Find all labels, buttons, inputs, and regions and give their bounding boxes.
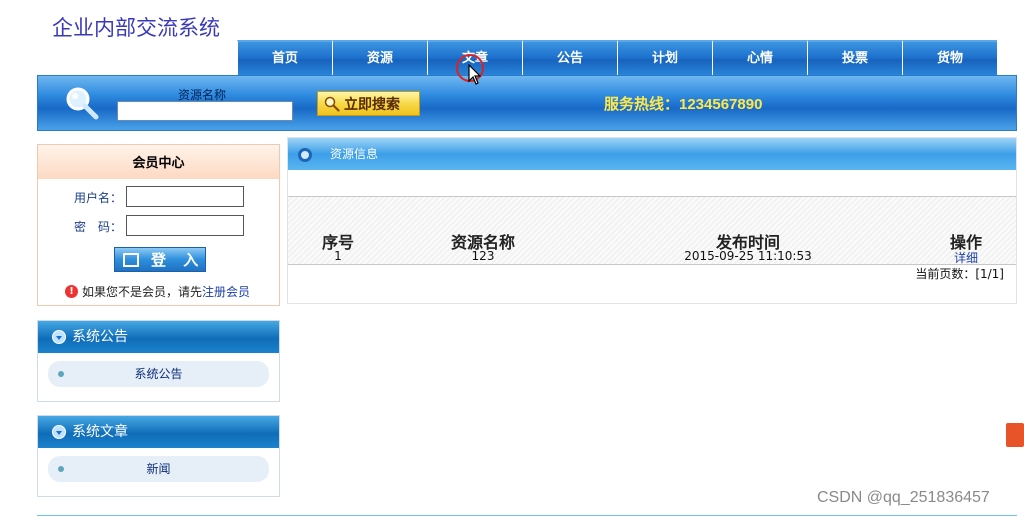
mouse-cursor-icon (468, 64, 482, 85)
password-label: 密 码： (73, 220, 122, 234)
member-center: 会员中心 用户名： 密 码： 登 入 ! 如果您不是会员，请先 注册会员 (37, 144, 280, 306)
circle-icon (298, 148, 312, 162)
search-button[interactable]: 立即搜索 (317, 91, 420, 116)
member-center-title: 会员中心 (38, 145, 279, 179)
nav-item-goods[interactable]: 货物 (902, 40, 997, 76)
monitor-icon (123, 252, 139, 267)
nav-item-home[interactable]: 首页 (237, 40, 332, 76)
register-link[interactable]: 注册会员 (202, 283, 250, 300)
notice-box-title: 系统公告 (72, 329, 128, 345)
footer-divider (37, 515, 1017, 516)
resource-panel-title: 资源信息 (330, 147, 379, 161)
download-icon (52, 330, 66, 344)
search-bar: 资源名称 立即搜索 服务热线：1234567890 (37, 75, 1017, 131)
resource-panel-header: 资源信息 (288, 138, 1016, 170)
login-button-label: 登 入 (151, 251, 205, 269)
username-label: 用户名： (73, 191, 122, 205)
nav-item-mood[interactable]: 心情 (712, 40, 807, 76)
bullet-icon (58, 466, 64, 472)
password-row: 密 码： (38, 215, 279, 237)
magnifier-icon (66, 87, 99, 120)
nav-item-notices[interactable]: 公告 (522, 40, 617, 76)
list-item[interactable]: 系统公告 (48, 361, 269, 387)
register-prefix: 如果您不是会员，请先 (82, 285, 203, 299)
register-hint: ! 如果您不是会员，请先 注册会员 (65, 283, 250, 300)
warning-icon: ! (65, 285, 78, 298)
notice-box-header: 系统公告 (38, 321, 279, 353)
article-box-title: 系统文章 (72, 424, 128, 440)
cell-name: 123 (471, 249, 495, 263)
username-field[interactable] (126, 186, 244, 207)
nav-item-resources[interactable]: 资源 (332, 40, 427, 76)
main-nav: 首页 资源 文章 公告 计划 心情 投票 货物 (237, 40, 997, 76)
search-button-label: 立即搜索 (344, 96, 400, 113)
search-input[interactable] (117, 101, 293, 121)
notice-box: 系统公告 系统公告 (37, 320, 280, 402)
html5-icon (1006, 423, 1024, 447)
nav-item-vote[interactable]: 投票 (807, 40, 902, 76)
site-title: 企业内部交流系统 (52, 16, 220, 40)
list-item[interactable]: 新闻 (48, 456, 269, 482)
article-box-header: 系统文章 (38, 416, 279, 448)
login-button[interactable]: 登 入 (114, 247, 206, 272)
article-box: 系统文章 新闻 (37, 415, 280, 497)
bullet-icon (58, 371, 64, 377)
page-info: 当前页数：[1/1] (915, 267, 1004, 281)
resource-table: 序号 资源名称 发布时间 操作 1 123 2015-09-25 11:10:5… (288, 196, 1016, 265)
list-item-label: 系统公告 (134, 367, 183, 381)
nav-item-plans[interactable]: 计划 (617, 40, 712, 76)
cell-index: 1 (334, 249, 342, 263)
service-hotline: 服务热线：1234567890 (604, 96, 763, 113)
password-field[interactable] (126, 215, 244, 236)
cell-time: 2015-09-25 11:10:53 (684, 249, 812, 263)
username-row: 用户名： (38, 186, 279, 208)
watermark: CSDN @qq_251836457 (817, 489, 990, 506)
detail-link[interactable]: 详细 (938, 249, 994, 266)
page: 企业内部交流系统 首页 资源 文章 公告 计划 心情 投票 货物 资源名称 立即… (0, 0, 1024, 517)
search-icon (324, 96, 340, 112)
resource-panel: 资源信息 序号 资源名称 发布时间 操作 1 123 2015-09-25 11… (287, 137, 1017, 304)
list-item-label: 新闻 (146, 462, 171, 476)
download-icon (52, 425, 66, 439)
